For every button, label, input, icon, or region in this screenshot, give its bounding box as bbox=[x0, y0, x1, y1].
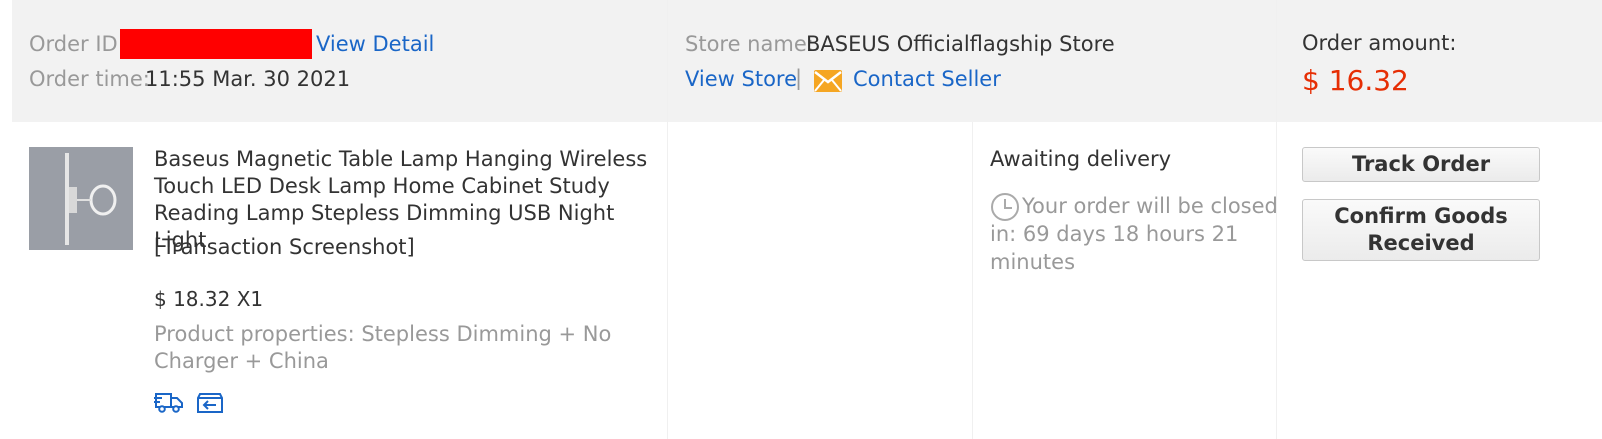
product-price-quantity: $ 18.32 X1 bbox=[154, 287, 264, 311]
confirm-goods-received-button[interactable]: Confirm Goods Received bbox=[1302, 199, 1540, 261]
order-amount-value: $ 16.32 bbox=[1302, 64, 1409, 97]
transaction-screenshot-link[interactable]: [Transaction Screenshot] bbox=[154, 237, 415, 258]
product-properties: Product properties: Stepless Dimming + N… bbox=[154, 322, 612, 373]
store-name-label: Store name: bbox=[685, 32, 814, 56]
order-status: Awaiting delivery bbox=[990, 147, 1172, 171]
contact-seller-link[interactable]: Contact Seller bbox=[853, 69, 1001, 90]
order-header bbox=[12, 0, 1602, 122]
return-icon[interactable] bbox=[196, 390, 224, 418]
track-order-button[interactable]: Track Order bbox=[1302, 147, 1540, 182]
link-separator: | bbox=[795, 66, 803, 90]
envelope-icon[interactable] bbox=[814, 70, 842, 96]
order-amount-label: Order amount: bbox=[1302, 31, 1457, 55]
order-id-label: Order ID: bbox=[29, 32, 125, 56]
store-name-value: BASEUS Officialflagship Store bbox=[806, 32, 1115, 56]
column-divider bbox=[972, 122, 973, 439]
view-store-link[interactable]: View Store bbox=[685, 69, 797, 90]
view-detail-link[interactable]: View Detail bbox=[316, 34, 434, 55]
order-time-label: Order time: bbox=[29, 67, 150, 91]
close-countdown: Your order will be closed in: 69 days 18… bbox=[990, 194, 1278, 274]
order-card: Order ID: View Detail Order time: 11:55 … bbox=[12, 0, 1602, 439]
order-time-value: 11:55 Mar. 30 2021 bbox=[145, 67, 351, 91]
order-id-redacted bbox=[120, 29, 312, 59]
truck-icon[interactable] bbox=[154, 390, 184, 418]
column-divider bbox=[667, 0, 668, 439]
product-thumbnail[interactable] bbox=[29, 147, 133, 250]
